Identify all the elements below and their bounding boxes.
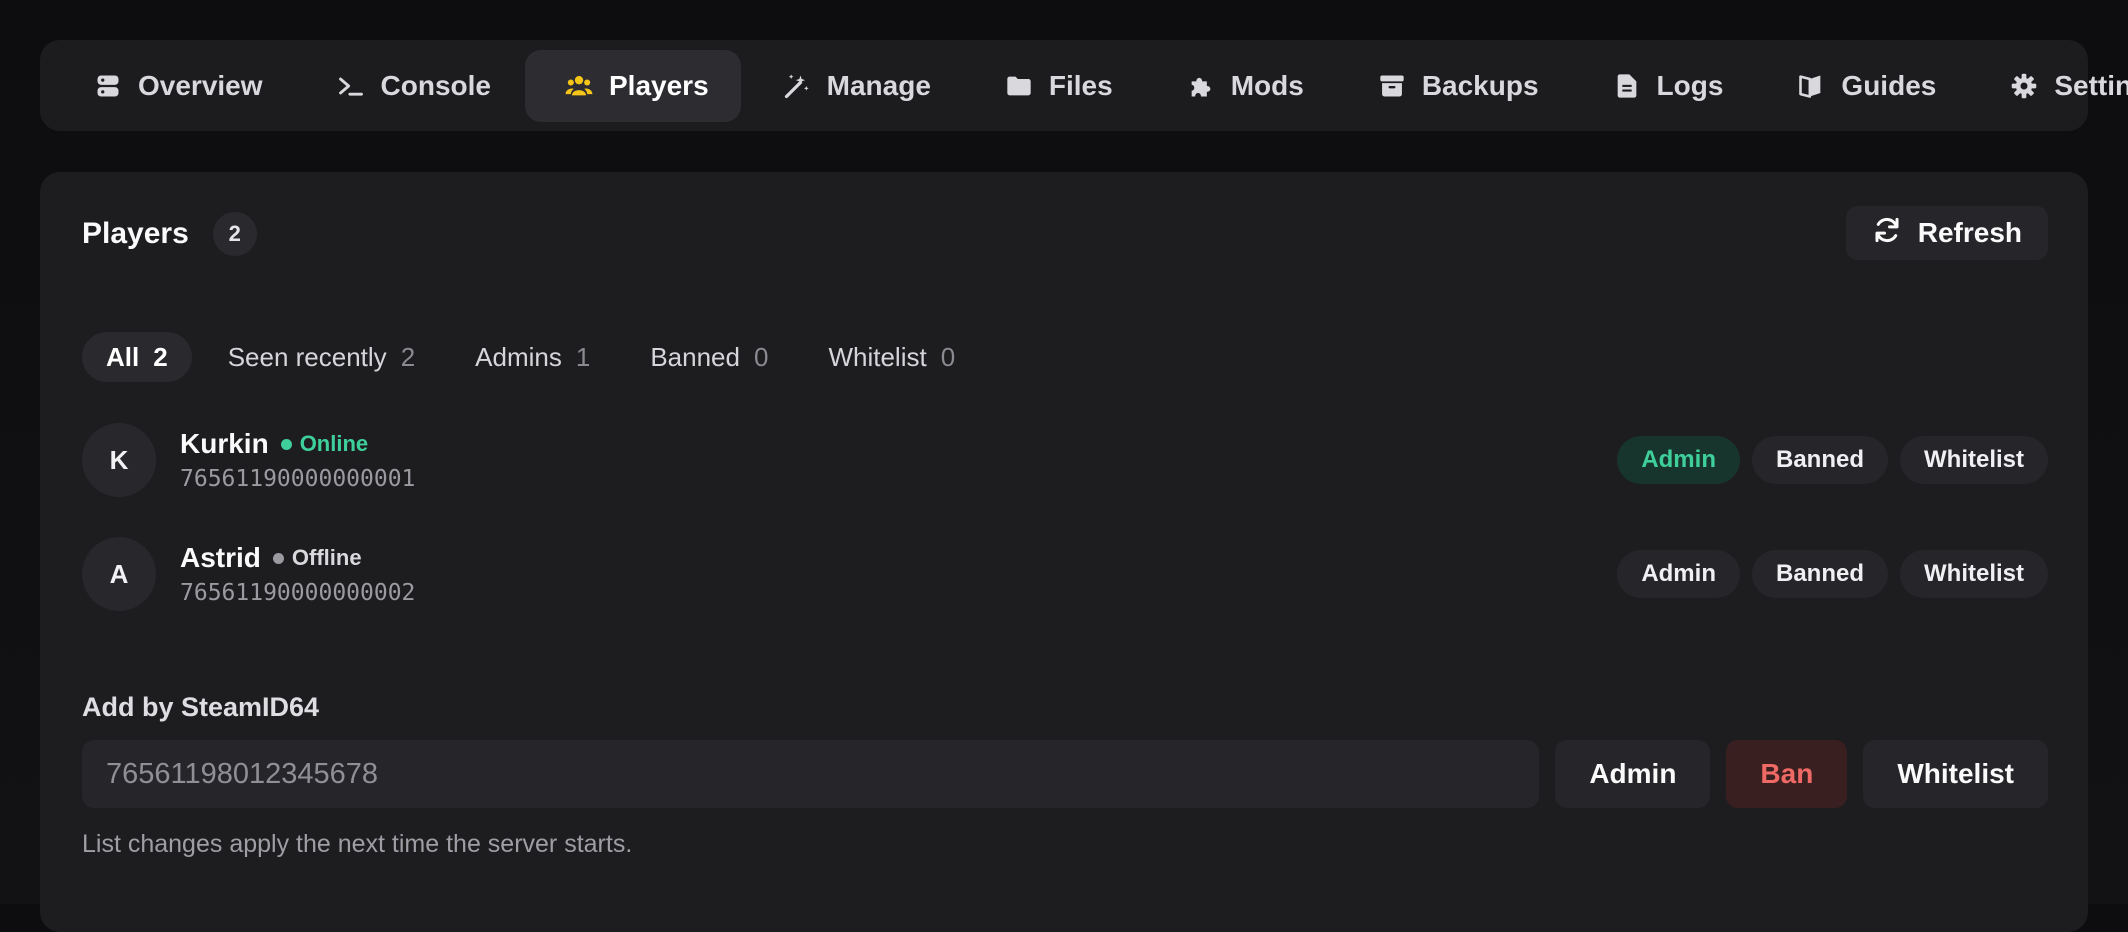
refresh-icon [1872,215,1902,252]
player-name: Astrid [180,542,261,573]
tab-backups[interactable]: Backups [1338,50,1571,122]
banned-toggle[interactable]: Banned [1751,436,1888,484]
filter-count: 0 [940,341,956,372]
player-name: Kurkin [180,428,269,459]
player-row: K Kurkin Online 76561190000000001 Admin … [82,422,2048,498]
filter-count: 2 [400,341,416,372]
tab-label: Files [1048,69,1113,101]
top-nav: Overview Console Players Manage Files Mo… [40,40,2128,131]
tab-manage[interactable]: Manage [743,50,963,122]
tab-label: Logs [1656,69,1724,101]
filter-count: 0 [753,341,769,372]
tab-files[interactable]: Files [965,50,1145,122]
admin-toggle[interactable]: Admin [1617,550,1740,598]
page-title: Players [82,217,189,250]
steamid-input[interactable] [82,740,1540,808]
filter-count: 2 [153,341,168,372]
player-row: A Astrid Offline 76561190000000002 Admin… [82,536,2048,612]
whitelist-toggle[interactable]: Whitelist [1900,436,2048,484]
users-icon [565,72,593,100]
add-ban-button[interactable]: Ban [1726,740,1848,808]
player-name-row: Astrid Offline [180,542,415,574]
status-label: Online [299,431,369,456]
player-info: Astrid Offline 76561190000000002 [180,542,415,606]
status-dot-icon [280,438,292,450]
whitelist-toggle[interactable]: Whitelist [1900,550,2048,598]
steam-id: 76561190000000002 [180,580,416,606]
tab-label: Backups [1421,69,1539,101]
tab-label: Mods [1230,69,1304,101]
filter-label: Seen recently [227,341,387,372]
tab-logs[interactable]: Logs [1573,50,1756,122]
tab-overview[interactable]: Overview [54,50,295,122]
tab-label: Manage [826,69,931,101]
book-icon [1797,72,1825,100]
refresh-label: Refresh [1917,217,2022,248]
filter-label: Whitelist [828,341,927,372]
filter-banned[interactable]: Banned 0 [626,332,792,382]
player-count-badge: 2 [212,212,257,256]
tab-label: Players [609,69,709,101]
add-by-steamid-row: Admin Ban Whitelist [82,740,2048,808]
filter-all[interactable]: All 2 [82,332,192,382]
player-info: Kurkin Online 76561190000000001 [180,428,415,492]
avatar: K [82,423,156,497]
add-whitelist-button[interactable]: Whitelist [1863,740,2048,808]
steam-id: 76561190000000001 [180,466,416,492]
status-label: Offline [291,545,362,570]
status-badge: Offline [272,545,362,571]
players-panel: Players 2 Refresh All 2 Seen recently 2 … [40,172,2088,932]
filter-label: Banned [650,341,740,372]
tab-mods[interactable]: Mods [1147,50,1336,122]
gear-icon [2010,72,2038,100]
terminal-icon [337,72,365,100]
filter-seen-recently[interactable]: Seen recently 2 [204,332,439,382]
player-name-row: Kurkin Online [180,428,415,460]
role-toggles: Admin Banned Whitelist [1617,436,2048,484]
filter-count: 1 [575,341,591,372]
filter-tabs: All 2 Seen recently 2 Admins 1 Banned 0 … [82,332,991,382]
refresh-button[interactable]: Refresh [1845,206,2048,260]
folder-icon [1005,72,1033,100]
filter-label: All [106,341,140,372]
tab-label: Console [380,69,491,101]
tab-players[interactable]: Players [525,49,741,122]
add-by-steamid-label: Add by SteamID64 [82,692,320,722]
status-badge: Online [280,431,369,457]
tab-label: Overview [138,69,263,101]
avatar: A [82,537,156,611]
file-text-icon [1613,72,1641,100]
tab-guides[interactable]: Guides [1757,50,1968,122]
tab-console[interactable]: Console [297,50,523,122]
role-toggles: Admin Banned Whitelist [1617,550,2048,598]
puzzle-icon [1187,72,1215,100]
archive-icon [1378,72,1406,100]
tab-label: Settings [2054,69,2128,101]
filter-admins[interactable]: Admins 1 [451,332,614,382]
filter-label: Admins [475,341,562,372]
panel-header: Players 2 [82,212,257,256]
filter-whitelist[interactable]: Whitelist 0 [804,332,979,382]
tab-settings[interactable]: Settings [1970,50,2128,122]
add-admin-button[interactable]: Admin [1555,740,1711,808]
admin-toggle[interactable]: Admin [1617,436,1740,484]
help-note: List changes apply the next time the ser… [82,830,633,858]
tab-label: Guides [1841,69,1937,101]
banned-toggle[interactable]: Banned [1751,550,1888,598]
magic-wand-icon [783,72,811,100]
status-dot-icon [272,552,284,564]
server-icon [94,72,122,100]
